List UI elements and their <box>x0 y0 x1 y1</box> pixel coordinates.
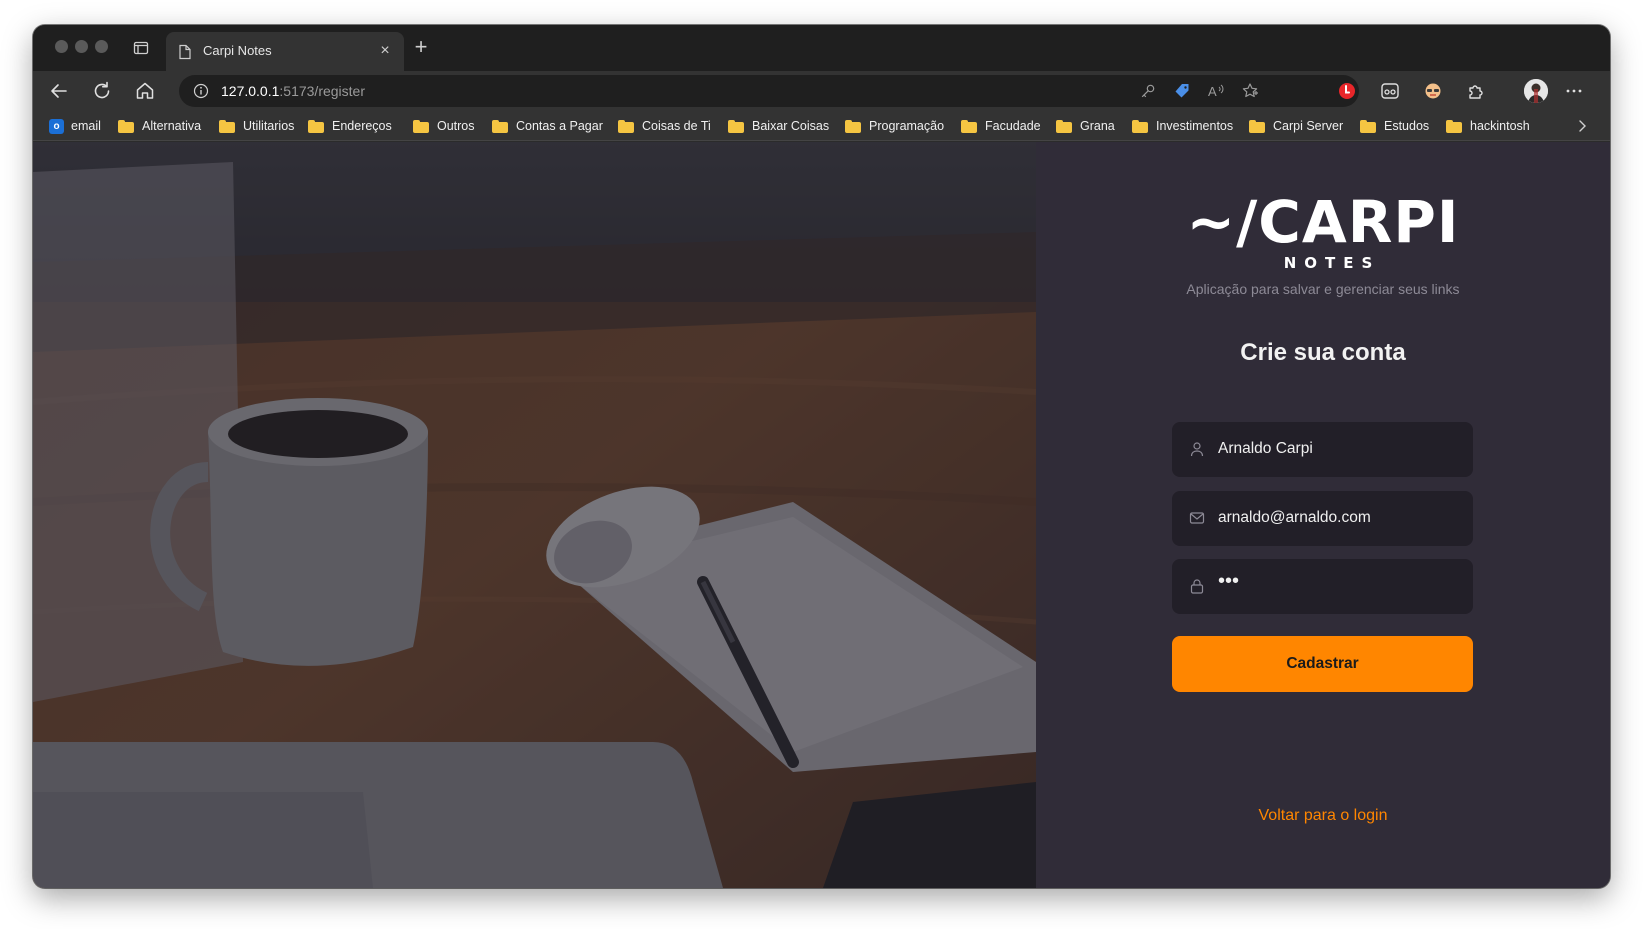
more-menu-icon[interactable] <box>1564 81 1584 101</box>
folder-icon <box>728 119 744 133</box>
folder-icon <box>618 119 634 133</box>
logo-subtext: NOTES <box>1284 254 1381 272</box>
carpi-notes-logo: ~/CARPI NOTES <box>1182 188 1464 272</box>
url-path: :5173/register <box>279 83 365 99</box>
bookmark-folder[interactable]: Coisas de Ti <box>618 117 711 135</box>
folder-icon <box>219 119 235 133</box>
bookmark-label: Baixar Coisas <box>752 119 830 133</box>
bookmark-folder[interactable]: Carpi Server <box>1249 117 1343 135</box>
extension-glasses-icon[interactable] <box>1380 81 1400 101</box>
bookmark-label: Investimentos <box>1156 119 1234 133</box>
user-icon <box>1189 441 1205 457</box>
minimize-window-button[interactable] <box>75 40 88 53</box>
bookmark-label: Endereços <box>332 119 392 133</box>
favorites-star-icon[interactable] <box>1241 82 1259 100</box>
mail-icon <box>1189 510 1205 526</box>
tab-actions-icon[interactable] <box>133 40 149 56</box>
lock-icon <box>1189 578 1205 594</box>
profile-avatar[interactable] <box>1524 79 1548 103</box>
browser-window: Carpi Notes × + 127.0.0.1:5173/register <box>33 25 1610 888</box>
site-info-icon[interactable] <box>193 83 209 99</box>
folder-icon <box>1132 119 1148 133</box>
photo-overlay <box>33 142 1036 888</box>
url-host: 127.0.0.1 <box>221 83 280 99</box>
folder-icon <box>1360 119 1376 133</box>
home-icon[interactable] <box>133 79 157 103</box>
chevron-right-icon[interactable] <box>1574 117 1590 135</box>
folder-icon <box>118 119 134 133</box>
bookmark-folder[interactable]: Estudos <box>1360 117 1429 135</box>
bookmark-folder[interactable]: Alternativa <box>118 117 201 135</box>
register-panel: ~/CARPI NOTES Aplicação para salvar e ge… <box>1036 142 1610 888</box>
folder-icon <box>413 119 429 133</box>
background-photo <box>33 142 1036 888</box>
outlook-icon: o <box>49 118 64 134</box>
page-icon <box>178 44 192 60</box>
toolbar: 127.0.0.1:5173/register A <box>33 71 1610 111</box>
tab-title: Carpi Notes <box>203 43 272 58</box>
bookmark-label: Estudos <box>1384 119 1430 133</box>
key-icon[interactable] <box>1139 82 1157 100</box>
name-field[interactable]: Arnaldo Carpi <box>1172 422 1473 477</box>
close-window-button[interactable] <box>55 40 68 53</box>
svg-text:A: A <box>1208 84 1217 99</box>
bookmark-label: hackintosh <box>1470 119 1530 133</box>
page-content: ~/CARPI NOTES Aplicação para salvar e ge… <box>33 142 1610 888</box>
bookmark-label: Carpi Server <box>1273 119 1344 133</box>
bookmark-folder[interactable]: Utilitarios <box>219 117 294 135</box>
bookmark-label: Contas a Pagar <box>516 119 603 133</box>
zoom-window-button[interactable] <box>95 40 108 53</box>
bookmark-label: Utilitarios <box>243 119 295 133</box>
bookmark-label: Facudade <box>985 119 1041 133</box>
password-field[interactable]: ••• <box>1172 559 1473 614</box>
email-field[interactable]: arnaldo@arnaldo.com <box>1172 491 1473 546</box>
tab-carpi-notes[interactable]: Carpi Notes × <box>166 32 404 71</box>
folder-icon <box>1056 119 1072 133</box>
folder-icon <box>1446 119 1462 133</box>
bookmark-folder[interactable]: hackintosh <box>1446 117 1530 135</box>
bookmarks-bar: o email Alternativa Utilitarios Endereços… <box>33 111 1610 141</box>
extension-face-icon[interactable] <box>1423 81 1443 101</box>
bookmark-label: Outros <box>437 119 475 133</box>
read-aloud-icon[interactable]: A <box>1207 82 1225 100</box>
bookmark-folder[interactable]: Grana <box>1056 117 1115 135</box>
register-button[interactable]: Cadastrar <box>1172 636 1473 692</box>
bookmark-folder[interactable]: Programação <box>845 117 944 135</box>
email-value: arnaldo@arnaldo.com <box>1218 509 1371 526</box>
back-to-login-link[interactable]: Voltar para o login <box>1036 807 1610 825</box>
back-arrow-icon[interactable] <box>47 79 71 103</box>
folder-icon <box>845 119 861 133</box>
folder-icon <box>1249 119 1265 133</box>
page-title: Crie sua conta <box>1240 339 1406 366</box>
bookmark-label: Grana <box>1080 119 1115 133</box>
tab-strip: Carpi Notes × + <box>33 25 1610 71</box>
bookmark-folder[interactable]: Baixar Coisas <box>728 117 829 135</box>
folder-icon <box>308 119 324 133</box>
folder-icon <box>961 119 977 133</box>
bookmark-folder[interactable]: Outros <box>413 117 475 135</box>
new-tab-button[interactable]: + <box>411 36 431 58</box>
bookmark-label: Coisas de Ti <box>642 119 711 133</box>
bookmark-folder[interactable]: Endereços <box>308 117 392 135</box>
reload-icon[interactable] <box>90 79 114 103</box>
bookmark-label: Alternativa <box>142 119 202 133</box>
extension-red-icon[interactable] <box>1337 81 1357 101</box>
coupon-tag-icon[interactable] <box>1173 82 1191 100</box>
tagline: Aplicação para salvar e gerenciar seus l… <box>1186 281 1460 297</box>
tab-close-icon[interactable]: × <box>378 43 392 59</box>
bookmark-folder[interactable]: Facudade <box>961 117 1041 135</box>
password-value: ••• <box>1218 570 1240 592</box>
address-bar[interactable]: 127.0.0.1:5173/register A <box>179 75 1359 107</box>
bookmark-label: email <box>71 119 101 133</box>
bookmark-folder[interactable]: Investimentos <box>1132 117 1233 135</box>
extensions-puzzle-icon[interactable] <box>1466 81 1486 101</box>
bookmark-label: Programação <box>869 119 945 133</box>
bookmark-folder[interactable]: Contas a Pagar <box>492 117 603 135</box>
folder-icon <box>492 119 508 133</box>
logo-text: ~/CARPI <box>1187 192 1460 256</box>
bookmark-email[interactable]: o email <box>49 117 101 135</box>
url-text: 127.0.0.1:5173/register <box>221 83 365 99</box>
name-value: Arnaldo Carpi <box>1218 440 1313 457</box>
